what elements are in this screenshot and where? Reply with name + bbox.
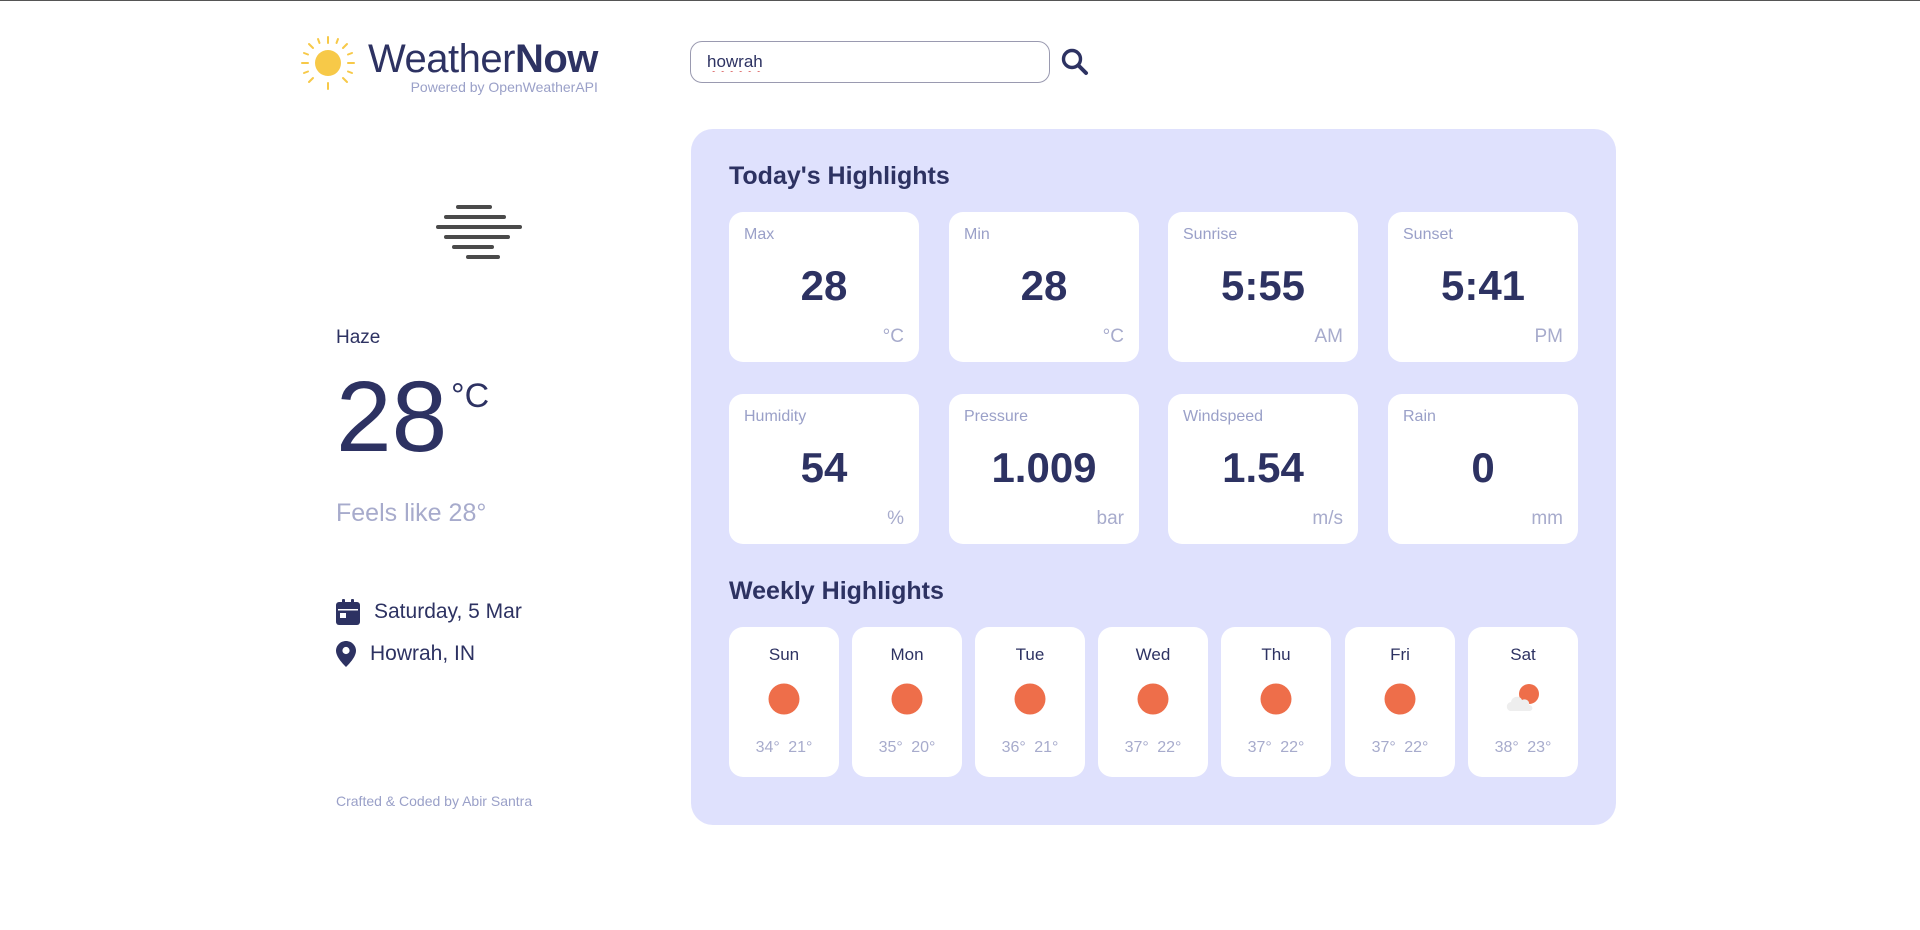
weekly-day-card: Fri 37° 22° [1345,627,1455,777]
feels-like: Feels like 28° [336,499,487,527]
weekly-day-card: Sat 38° 23° [1468,627,1578,777]
weekly-title: Weekly Highlights [729,577,944,605]
current-location: Howrah, IN [370,642,476,665]
card-unit: PM [1534,326,1564,347]
card-unit: mm [1531,508,1563,529]
card-label: Windspeed [1183,408,1264,425]
date-row: Saturday, 5 Mar [336,599,522,625]
day-name: Mon [890,645,924,664]
card-label: Pressure [964,408,1029,425]
day-name: Sun [768,645,800,664]
current-date: Saturday, 5 Mar [374,600,522,623]
highlight-card-min: Min 28 °C [949,212,1139,362]
highlight-card-humidity: Humidity 54 % [729,394,919,544]
card-unit: AM [1314,326,1344,347]
card-unit: % [887,508,904,529]
card-label: Sunset [1403,226,1453,243]
calendar-icon [336,599,360,625]
sun-logo-icon [301,36,355,90]
day-temps: 37° 22° [1247,739,1305,756]
day-temps: 35° 20° [878,739,936,756]
card-value: 28 [800,262,848,309]
day-name: Sat [1510,645,1536,664]
sun-icon [1014,683,1046,715]
partly-cloudy-icon [1506,684,1539,711]
card-unit: °C [882,326,904,347]
location-row: Howrah, IN [336,641,475,667]
sun-icon [1260,683,1292,715]
condition-label: Haze [336,327,381,348]
card-unit: bar [1096,508,1124,529]
card-value: 5:41 [1440,262,1526,309]
card-unit: °C [1102,326,1124,347]
day-name: Fri [1390,645,1410,664]
card-label: Max [744,226,775,243]
current-temp: 28 [336,361,448,473]
card-value: 0 [1471,444,1495,491]
highlight-card-rain: Rain 0 mm [1388,394,1578,544]
temp-unit: °C [451,377,490,415]
weekly-day-card: Mon 35° 20° [852,627,962,777]
card-value: 1.009 [991,444,1097,491]
highlight-card-windspeed: Windspeed 1.54 m/s [1168,394,1358,544]
weekly-day-card: Wed 37° 22° [1098,627,1208,777]
search-box [690,41,1050,83]
highlight-card-sunset: Sunset 5:41 PM [1388,212,1578,362]
search-input[interactable] [707,52,1049,72]
card-value: 28 [1020,262,1068,309]
highlight-card-pressure: Pressure 1.009 bar [949,394,1139,544]
location-pin-icon [336,641,356,667]
brand-subtitle: Powered by OpenWeatherAPI [410,79,598,95]
day-temps: 34° 21° [755,739,813,756]
day-temps: 36° 21° [1001,739,1059,756]
card-value: 54 [800,444,848,491]
card-label: Rain [1403,408,1436,425]
search-icon[interactable] [1060,47,1090,77]
today-title: Today's Highlights [729,162,950,190]
day-temps: 38° 23° [1494,739,1552,756]
brand: WeatherNow Powered by OpenWeatherAPI [368,35,598,95]
sun-icon [768,683,800,715]
sun-icon [1384,683,1416,715]
card-value: 5:55 [1220,262,1306,309]
weekly-day-card: Thu 37° 22° [1221,627,1331,777]
footer-credit: Crafted & Coded by Abir Santra [336,793,533,809]
day-name: Tue [1015,645,1045,664]
card-label: Min [964,226,990,243]
sun-icon [891,683,923,715]
day-temps: 37° 22° [1124,739,1182,756]
brand-title-bold: Now [514,37,598,81]
day-temps: 37° 22° [1371,739,1429,756]
day-name: Wed [1135,645,1171,664]
card-unit: m/s [1312,508,1343,529]
brand-title[interactable]: WeatherNow [368,35,598,83]
card-label: Humidity [744,408,807,425]
weekly-day-card: Sun 34° 21° [729,627,839,777]
card-label: Sunrise [1183,226,1238,243]
highlight-card-max: Max 28 °C [729,212,919,362]
brand-title-light: Weather [368,37,515,81]
weekly-day-card: Tue 36° 21° [975,627,1085,777]
haze-icon [436,205,522,259]
highlights-panel: Today's Highlights Max 28 °C Min 28 °C S… [691,129,1616,825]
header: WeatherNow Powered by OpenWeatherAPI [300,35,598,95]
day-name: Thu [1261,645,1291,664]
card-value: 1.54 [1222,444,1304,491]
sun-icon [1137,683,1169,715]
highlight-card-sunrise: Sunrise 5:55 AM [1168,212,1358,362]
